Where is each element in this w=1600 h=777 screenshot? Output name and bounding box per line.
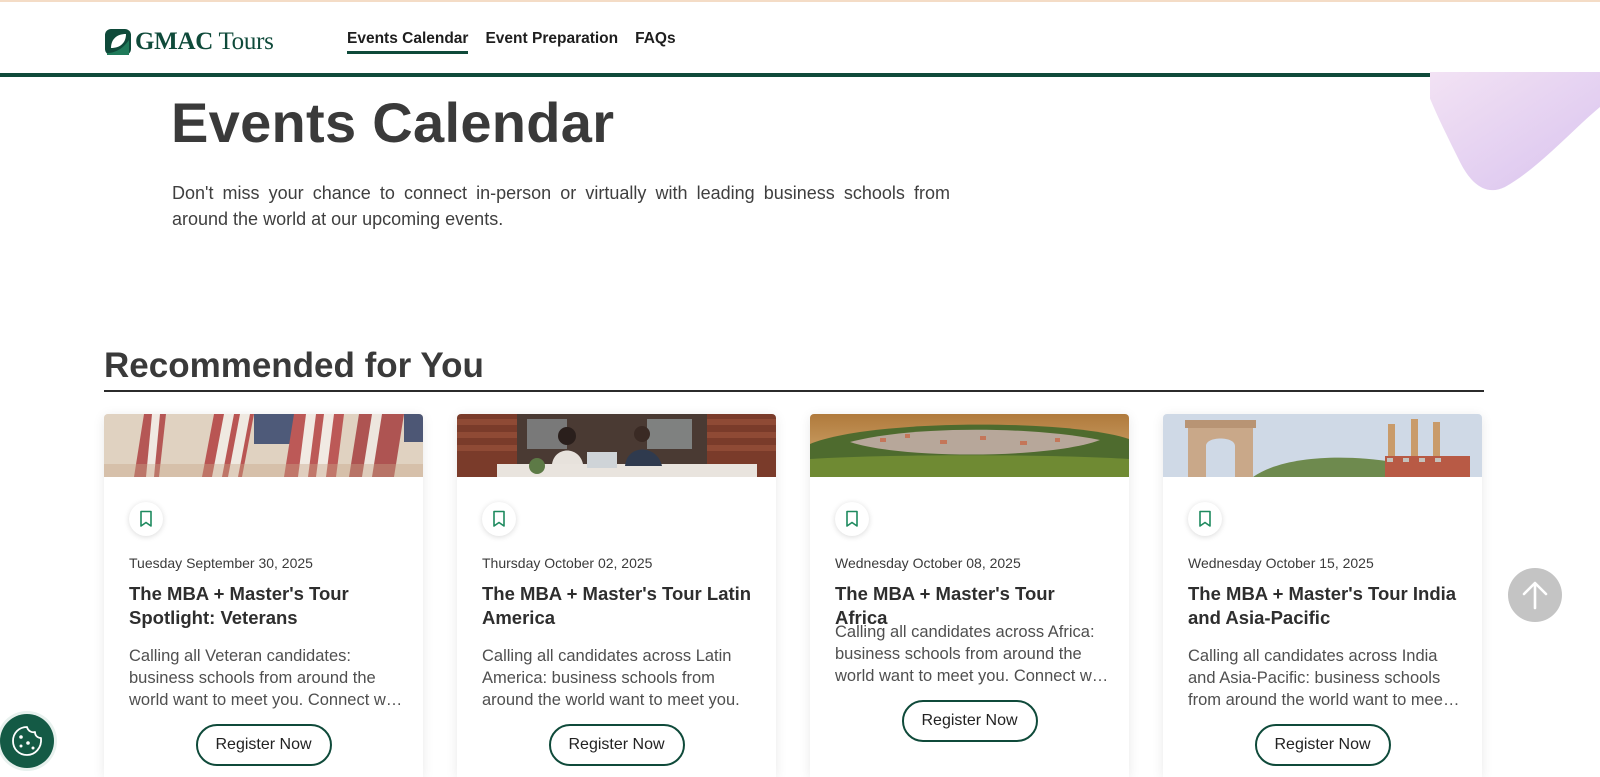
card-image-india-gate [1163, 414, 1482, 477]
card-description: Calling all candidates across Latin Amer… [482, 647, 740, 709]
bookmark-icon [493, 510, 505, 527]
section-divider [104, 390, 1484, 392]
logo-text: GMAC Tours [135, 28, 274, 56]
event-card[interactable]: Thursday October 02, 2025 The MBA + Mast… [457, 414, 776, 777]
card-date: Tuesday September 30, 2025 [129, 555, 313, 571]
page-intro: Don't miss your chance to connect in-per… [172, 183, 950, 229]
site-header: GMAC Tours Events Calendar Event Prepara… [0, 2, 1600, 73]
nav-event-preparation[interactable]: Event Preparation [485, 30, 618, 54]
bookmark-button[interactable] [1188, 502, 1222, 536]
main-nav: Events Calendar Event Preparation FAQs [347, 30, 676, 54]
register-now-button[interactable]: Register Now [1254, 724, 1391, 766]
card-title[interactable]: The MBA + Master's Tour Spotlight: Veter… [129, 582, 404, 630]
event-card[interactable]: Wednesday October 08, 2025 The MBA + Mas… [810, 414, 1129, 777]
gmac-tours-logo[interactable]: GMAC Tours [104, 28, 274, 56]
gmac-logo-icon [105, 29, 131, 55]
card-title[interactable]: The MBA + Master's Tour Latin America [482, 582, 757, 630]
card-image-flags [104, 414, 423, 477]
nav-events-calendar[interactable]: Events Calendar [347, 30, 469, 54]
event-card[interactable]: Wednesday October 15, 2025 The MBA + Mas… [1163, 414, 1482, 777]
header-divider [0, 73, 1600, 77]
bookmark-icon [1199, 510, 1211, 527]
bookmark-button[interactable] [129, 502, 163, 536]
bookmark-button[interactable] [835, 502, 869, 536]
event-card[interactable]: Tuesday September 30, 2025 The MBA + Mas… [104, 414, 423, 777]
page-title: Events Calendar [171, 91, 615, 154]
bookmark-button[interactable] [482, 502, 516, 536]
register-now-button[interactable]: Register Now [901, 700, 1038, 742]
card-title[interactable]: The MBA + Master's Tour India and Asia-P… [1188, 582, 1463, 630]
card-image-office [457, 414, 776, 477]
logo-light-text: Tours [218, 28, 274, 55]
event-cards: Tuesday September 30, 2025 The MBA + Mas… [104, 414, 1484, 777]
card-date: Thursday October 02, 2025 [482, 555, 653, 571]
card-date: Wednesday October 15, 2025 [1188, 555, 1374, 571]
cookie-icon [12, 726, 42, 756]
register-now-button[interactable]: Register Now [548, 724, 685, 766]
arrow-up-icon [1522, 581, 1548, 610]
bookmark-icon [846, 510, 858, 527]
bookmark-icon [140, 510, 152, 527]
register-now-button[interactable]: Register Now [195, 724, 332, 766]
card-image-city [810, 414, 1129, 477]
scroll-to-top-button[interactable] [1508, 568, 1562, 622]
decorative-blob [1430, 72, 1600, 191]
logo-bold-text: GMAC [135, 28, 213, 55]
card-description: Calling all candidates across Africa: bu… [835, 623, 1110, 685]
card-date: Wednesday October 08, 2025 [835, 555, 1021, 571]
nav-faqs[interactable]: FAQs [635, 30, 675, 54]
card-description: Calling all candidates across India and … [1188, 647, 1448, 709]
section-title-recommended: Recommended for You [104, 346, 484, 385]
cookie-settings-button[interactable] [0, 714, 54, 768]
card-description: Calling all Veteran candidates: business… [129, 647, 404, 709]
